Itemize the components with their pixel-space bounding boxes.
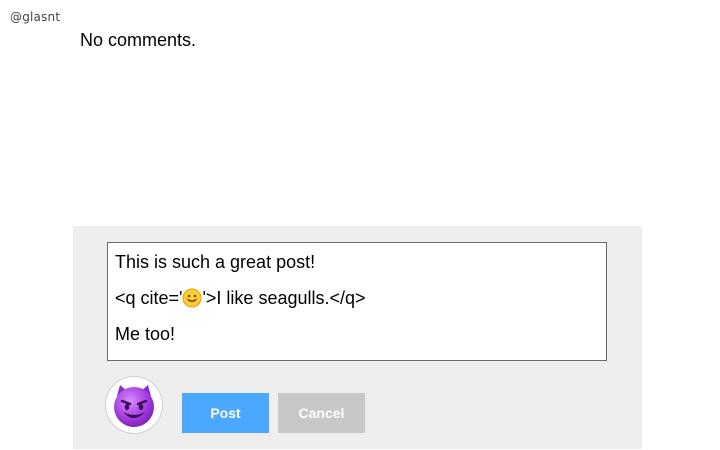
comment-composer: This is such a great post! <q cite=' '>I…: [73, 226, 642, 449]
comment-textarea[interactable]: This is such a great post! <q cite=' '>I…: [107, 242, 607, 361]
avatar: [106, 377, 162, 433]
comment-line-2: <q cite=' '>I like seagulls.</q>: [115, 287, 599, 309]
post-button[interactable]: Post: [182, 393, 269, 433]
comments-page: @glasnt No comments. This is such a grea…: [0, 0, 720, 450]
username-label: @glasnt: [10, 10, 61, 24]
no-comments-message: No comments.: [80, 30, 197, 50]
comment-line-3: Me too!: [115, 324, 176, 344]
quote-open-text: <q cite=': [115, 288, 183, 308]
smiling-face-emoji-icon: [182, 288, 202, 308]
cancel-button[interactable]: Cancel: [278, 393, 365, 433]
smiling-devil-emoji-icon: [114, 385, 154, 427]
quote-close-text: '>I like seagulls.</q>: [202, 288, 366, 308]
comment-line-1: This is such a great post!: [115, 252, 316, 272]
